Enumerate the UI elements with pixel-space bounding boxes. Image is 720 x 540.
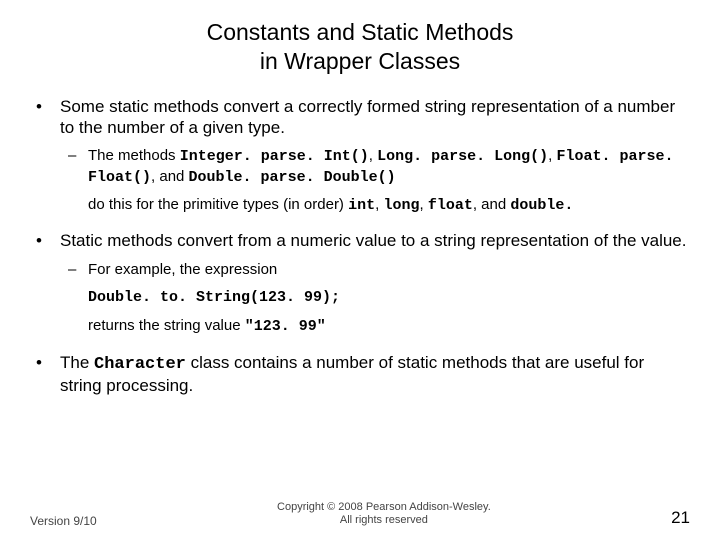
- b2-return: returns the string value "123. 99": [88, 316, 690, 337]
- bullet-2: Static methods convert from a numeric va…: [30, 230, 690, 337]
- footer-version: Version 9/10: [30, 514, 97, 528]
- slide: Constants and Static Methods in Wrapper …: [0, 0, 720, 540]
- b1-cont-prefix: do this for the primitive types (in orde…: [88, 196, 348, 213]
- title-line-1: Constants and Static Methods: [207, 19, 514, 45]
- b1-t1: int: [348, 197, 375, 214]
- bullet-list: Some static methods convert a correctly …: [30, 96, 690, 397]
- b1-c2: ,: [419, 196, 427, 213]
- b2-ret-prefix: returns the string value: [88, 317, 245, 334]
- bullet-1-sub: The methods Integer. parse. Int(), Long.…: [60, 146, 690, 187]
- b3-code: Character: [94, 355, 186, 374]
- bullet-1-text: Some static methods convert a correctly …: [60, 97, 675, 137]
- b1-t3: float: [428, 197, 473, 214]
- b1-code4: Double. parse. Double(): [189, 169, 396, 186]
- b1-t2: long: [383, 197, 419, 214]
- b1-sep1: ,: [369, 147, 377, 164]
- b1-code2: Long. parse. Long(): [377, 148, 548, 165]
- b2-code-block: Double. to. String(123. 99);: [88, 287, 690, 308]
- b2-code: Double. to. String(123. 99);: [88, 289, 340, 306]
- title-line-2: in Wrapper Classes: [260, 48, 460, 74]
- bullet-2-text: Static methods convert from a numeric va…: [60, 231, 687, 250]
- bullet-1-sub-item: The methods Integer. parse. Int(), Long.…: [60, 146, 690, 187]
- b1-t4: double.: [510, 197, 573, 214]
- bullet-2-sub: For example, the expression: [60, 260, 690, 280]
- b1-code1: Integer. parse. Int(): [180, 148, 369, 165]
- bullet-1: Some static methods convert a correctly …: [30, 96, 690, 217]
- b1-sep3: , and: [151, 168, 189, 185]
- footer-copyright: Copyright © 2008 Pearson Addison-Wesley.…: [97, 501, 671, 529]
- b1-continuation: do this for the primitive types (in orde…: [88, 195, 690, 216]
- footer: Version 9/10 Copyright © 2008 Pearson Ad…: [30, 501, 690, 529]
- footer-copyright-line2: All rights reserved: [340, 514, 428, 526]
- b2-ret-code: "123. 99": [245, 318, 326, 335]
- bullet-2-sub-item: For example, the expression: [60, 260, 690, 280]
- bullet-3: The Character class contains a number of…: [30, 352, 690, 397]
- footer-page-number: 21: [671, 508, 690, 528]
- b3-prefix: The: [60, 353, 94, 372]
- b1-c3: , and: [473, 196, 511, 213]
- b1-sub-prefix: The methods: [88, 147, 180, 164]
- b2-sub-text: For example, the expression: [88, 261, 277, 278]
- footer-copyright-line1: Copyright © 2008 Pearson Addison-Wesley.: [277, 501, 491, 513]
- slide-title: Constants and Static Methods in Wrapper …: [30, 18, 690, 76]
